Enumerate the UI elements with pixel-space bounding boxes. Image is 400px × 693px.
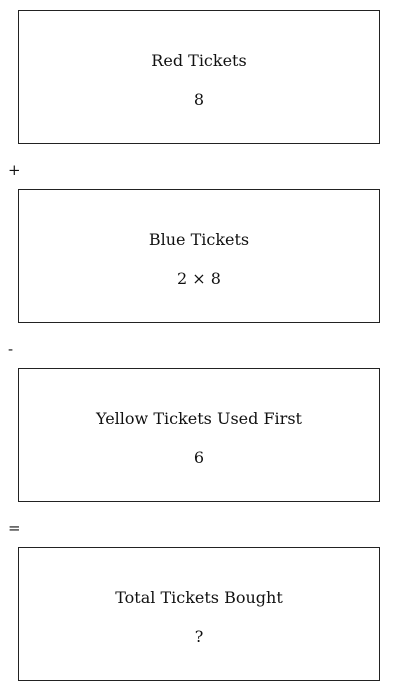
box-title: Red Tickets bbox=[151, 51, 247, 70]
blue-tickets-box: Blue Tickets 2 × 8 bbox=[18, 189, 380, 323]
yellow-tickets-box: Yellow Tickets Used First 6 bbox=[18, 368, 380, 502]
box-value: 6 bbox=[193, 448, 205, 467]
red-tickets-box: Red Tickets 8 bbox=[18, 10, 380, 144]
minus-operator: - bbox=[8, 340, 14, 358]
box-value: 2 × 8 bbox=[177, 269, 221, 288]
box-title: Yellow Tickets Used First bbox=[96, 409, 302, 428]
box-value: ? bbox=[194, 627, 204, 646]
box-title: Total Tickets Bought bbox=[115, 588, 283, 607]
total-tickets-box: Total Tickets Bought ? bbox=[18, 547, 380, 681]
equals-operator: = bbox=[8, 519, 21, 537]
plus-operator: + bbox=[8, 161, 21, 179]
box-title: Blue Tickets bbox=[148, 230, 250, 249]
box-value: 8 bbox=[193, 90, 205, 109]
